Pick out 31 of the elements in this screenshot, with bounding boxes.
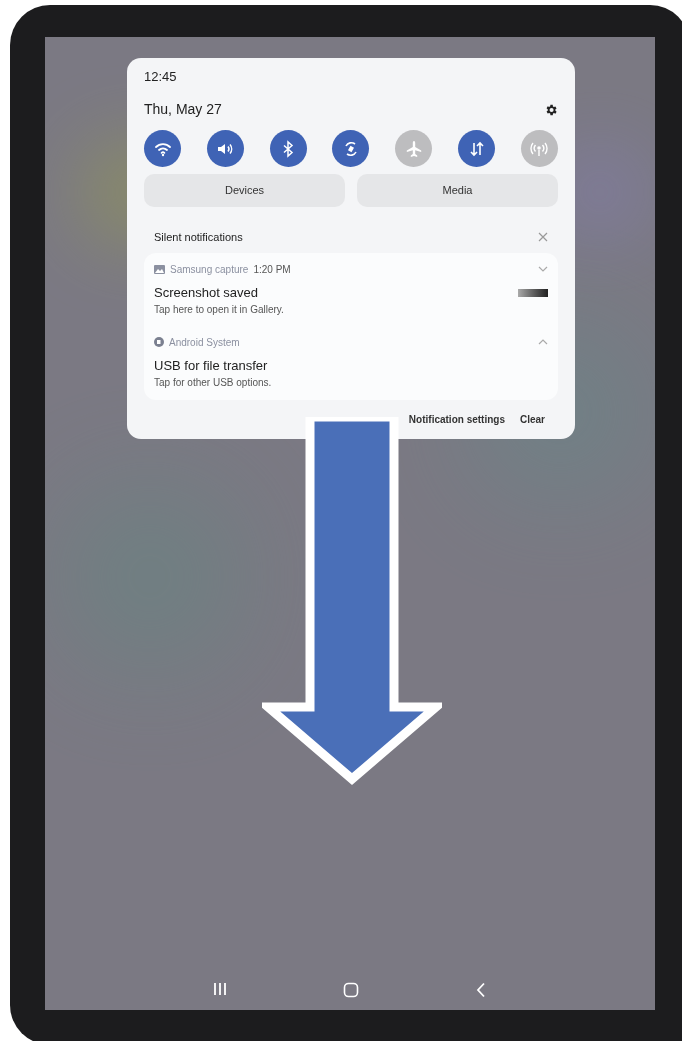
- back-icon[interactable]: [475, 982, 487, 998]
- footer-link[interactable]: Clear: [520, 411, 545, 427]
- speaker-toggle[interactable]: [206, 130, 244, 167]
- notification-time: 1:20 PM: [253, 262, 291, 277]
- notification-text: Tap here to open it in Gallery.: [154, 302, 284, 317]
- quick-panel-button[interactable]: Media: [357, 174, 558, 207]
- rotate-toggle[interactable]: [332, 130, 370, 167]
- image-icon: [154, 264, 165, 274]
- bluetooth-toggle[interactable]: [269, 130, 307, 167]
- screenshot-thumbnail: [518, 288, 548, 297]
- airplane-toggle[interactable]: [395, 130, 433, 167]
- data-arrows-toggle[interactable]: [458, 130, 496, 167]
- quick-panel-button[interactable]: Devices: [144, 174, 345, 207]
- notification-text: Tap for other USB options.: [154, 375, 272, 390]
- clock-time: 12:45: [144, 70, 178, 83]
- footer-link[interactable]: Notification settings: [408, 411, 505, 427]
- system-app-icon: [154, 337, 164, 347]
- hotspot-toggle[interactable]: [520, 130, 558, 167]
- expand-icon[interactable]: [538, 266, 548, 272]
- section-title: Silent notifications: [154, 230, 243, 245]
- recent-apps-icon[interactable]: [213, 982, 227, 996]
- close-icon[interactable]: [538, 232, 548, 243]
- home-icon[interactable]: [343, 982, 359, 998]
- app-name: Samsung capture: [170, 262, 249, 277]
- app-name: Android System: [169, 335, 240, 350]
- settings-icon[interactable]: [544, 102, 558, 117]
- collapse-icon[interactable]: [538, 339, 548, 345]
- wifi-toggle[interactable]: [144, 130, 181, 167]
- notification-title: Screenshot saved: [154, 284, 260, 301]
- notification-title: USB for file transfer: [154, 357, 269, 374]
- date-text: Thu, May 27: [144, 100, 222, 119]
